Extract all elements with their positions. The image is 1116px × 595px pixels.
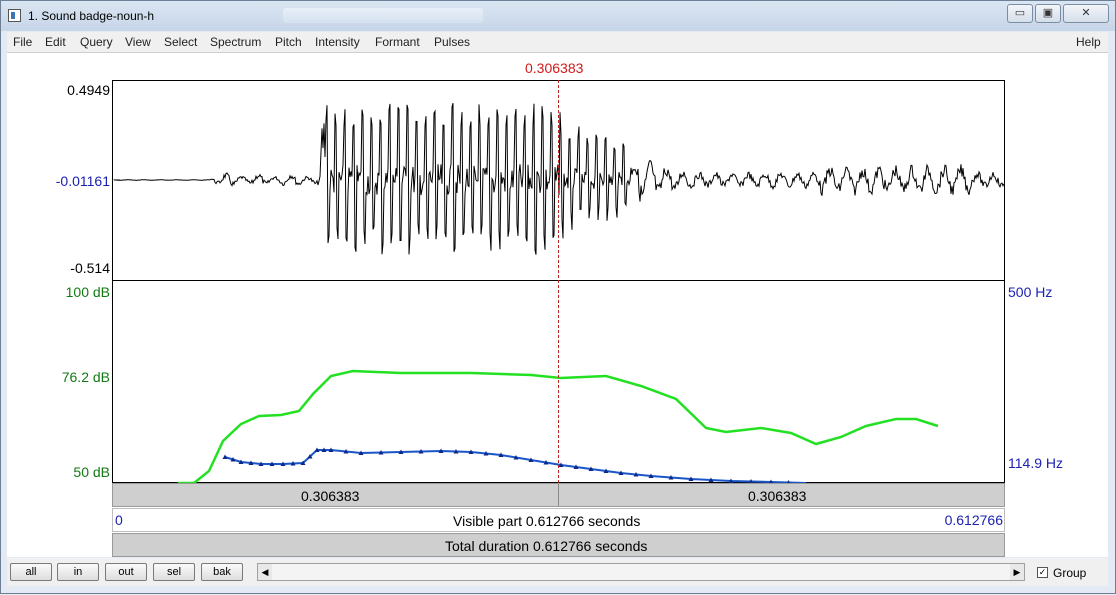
group-checkbox[interactable]: ✓ [1037,567,1048,578]
praat-sound-window: 1. Sound badge-noun-h ▭ ▣ ✕ File Edit Qu… [0,0,1116,594]
visible-end-label: 0.612766 [944,512,1003,528]
zoom-all-button[interactable]: all [10,563,52,581]
bottom-toolbar: all in out sel bak ◀ ▶ ✓ Group [7,558,1108,586]
total-duration-bar[interactable]: Total duration 0.612766 seconds [112,533,1005,557]
cursor-line [558,80,559,483]
zoom-in-button[interactable]: in [57,563,99,581]
checkmark-icon: ✓ [1038,567,1047,577]
zoom-out-button[interactable]: out [105,563,147,581]
group-label: Group [1053,566,1087,580]
pitch-curve [224,449,807,484]
selection-divider [558,484,559,506]
scroll-left-arrow-icon[interactable]: ◀ [258,564,272,580]
horizontal-scrollbar[interactable]: ◀ ▶ [257,563,1025,581]
visible-part-bar[interactable]: Visible part 0.612766 seconds [112,508,1005,532]
scroll-right-arrow-icon[interactable]: ▶ [1010,564,1024,580]
right-segment-duration: 0.306383 [748,488,807,504]
visible-part-label: Visible part 0.612766 seconds [453,513,641,529]
total-duration-label: Total duration 0.612766 seconds [445,538,648,554]
visible-start-label: 0 [115,512,123,528]
zoom-back-button[interactable]: bak [201,563,243,581]
zoom-sel-button[interactable]: sel [153,563,195,581]
waveform-trace [113,102,1005,255]
left-segment-duration: 0.306383 [301,488,360,504]
selection-bar[interactable]: 0.306383 0.306383 [112,483,1005,507]
